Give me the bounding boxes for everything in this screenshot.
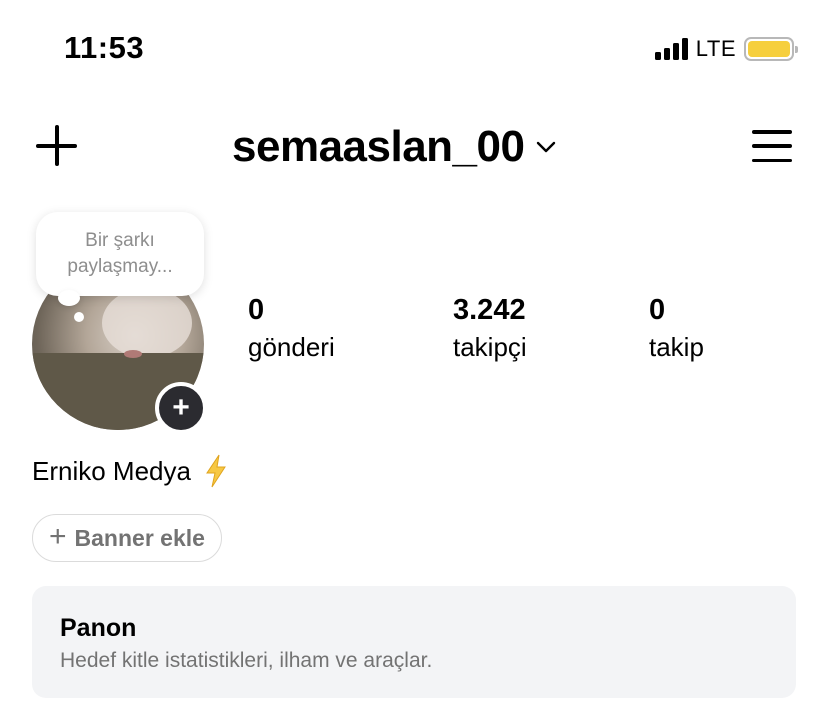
network-type: LTE <box>695 36 736 61</box>
dashboard-card[interactable]: Panon Hedef kitle istatistikleri, ilham … <box>32 586 796 698</box>
note-bubble-tail-dot <box>74 312 84 322</box>
dashboard-title: Panon <box>60 614 137 642</box>
posts-count: 0 <box>248 294 265 326</box>
status-time: 11:53 <box>64 30 145 65</box>
followers-label: takipçi <box>453 332 527 362</box>
note-text-line1: Bir şarkı <box>85 230 155 251</box>
username: semaaslan_00 <box>232 122 525 171</box>
posts-label: gönderi <box>248 332 335 362</box>
battery-icon <box>744 37 798 61</box>
chevron-down-icon <box>537 141 556 153</box>
display-name-row: Erniko Medya <box>32 454 229 488</box>
display-name: Erniko Medya <box>32 455 191 486</box>
following-label: takip <box>649 332 704 362</box>
note-text-line2: paylaşmay... <box>67 256 173 277</box>
create-plus-icon[interactable] <box>36 125 78 167</box>
followers-count: 3.242 <box>453 294 526 326</box>
following-count: 0 <box>649 294 666 326</box>
hamburger-menu-icon[interactable] <box>752 130 792 162</box>
signal-icon <box>654 38 688 60</box>
stat-posts[interactable]: 0 gönderi <box>248 294 335 363</box>
add-banner-button[interactable]: + Banner ekle <box>32 514 222 562</box>
note-bubble-tail <box>58 290 80 306</box>
status-indicators: LTE <box>654 36 798 62</box>
account-switcher[interactable]: semaaslan_00 <box>232 122 556 172</box>
dashboard-subtitle: Hedef kitle istatistikleri, ilham ve ara… <box>60 649 433 672</box>
add-story-button[interactable]: + <box>155 382 207 434</box>
add-banner-label: Banner ekle <box>74 524 205 551</box>
note-bubble[interactable]: Bir şarkı paylaşmay... <box>36 212 204 296</box>
plus-icon: + <box>49 520 67 553</box>
stat-following[interactable]: 0 takip <box>649 294 704 363</box>
lightning-icon <box>206 454 226 488</box>
stat-followers[interactable]: 3.242 takipçi <box>453 294 527 363</box>
